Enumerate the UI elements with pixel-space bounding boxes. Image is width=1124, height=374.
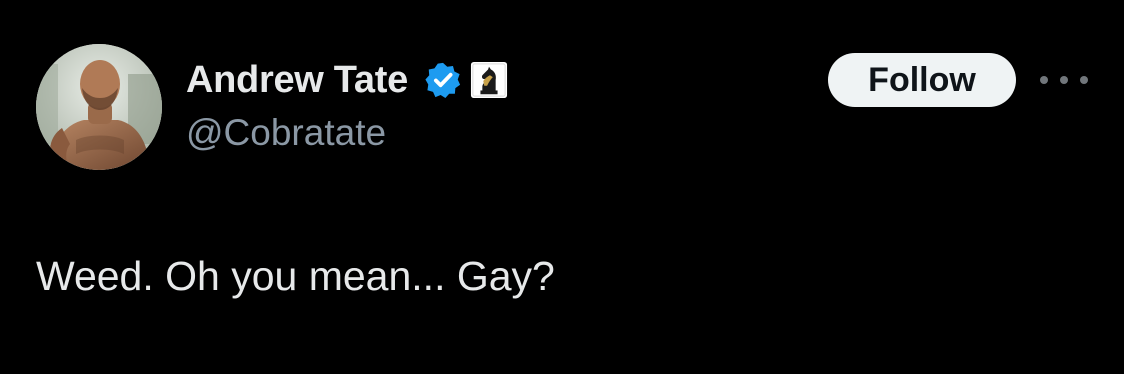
avatar-image (36, 44, 162, 170)
more-dot (1040, 76, 1048, 84)
follow-button[interactable]: Follow (828, 53, 1016, 107)
author-display-name[interactable]: Andrew Tate (186, 56, 408, 104)
author-avatar[interactable] (36, 44, 162, 170)
tweet-card: Andrew Tate @Cobratate Follow Weed. Oh y… (0, 0, 1124, 374)
chess-knight-badge-icon[interactable] (470, 61, 508, 99)
more-dot (1080, 76, 1088, 84)
tweet-text: Weed. Oh you mean... Gay? (36, 253, 555, 299)
more-dot (1060, 76, 1068, 84)
verified-checkmark-icon[interactable] (424, 61, 462, 99)
more-horizontal-icon[interactable] (1040, 68, 1088, 92)
author-name-row: Andrew Tate (186, 56, 508, 104)
author-handle[interactable]: @Cobratate (186, 110, 386, 156)
